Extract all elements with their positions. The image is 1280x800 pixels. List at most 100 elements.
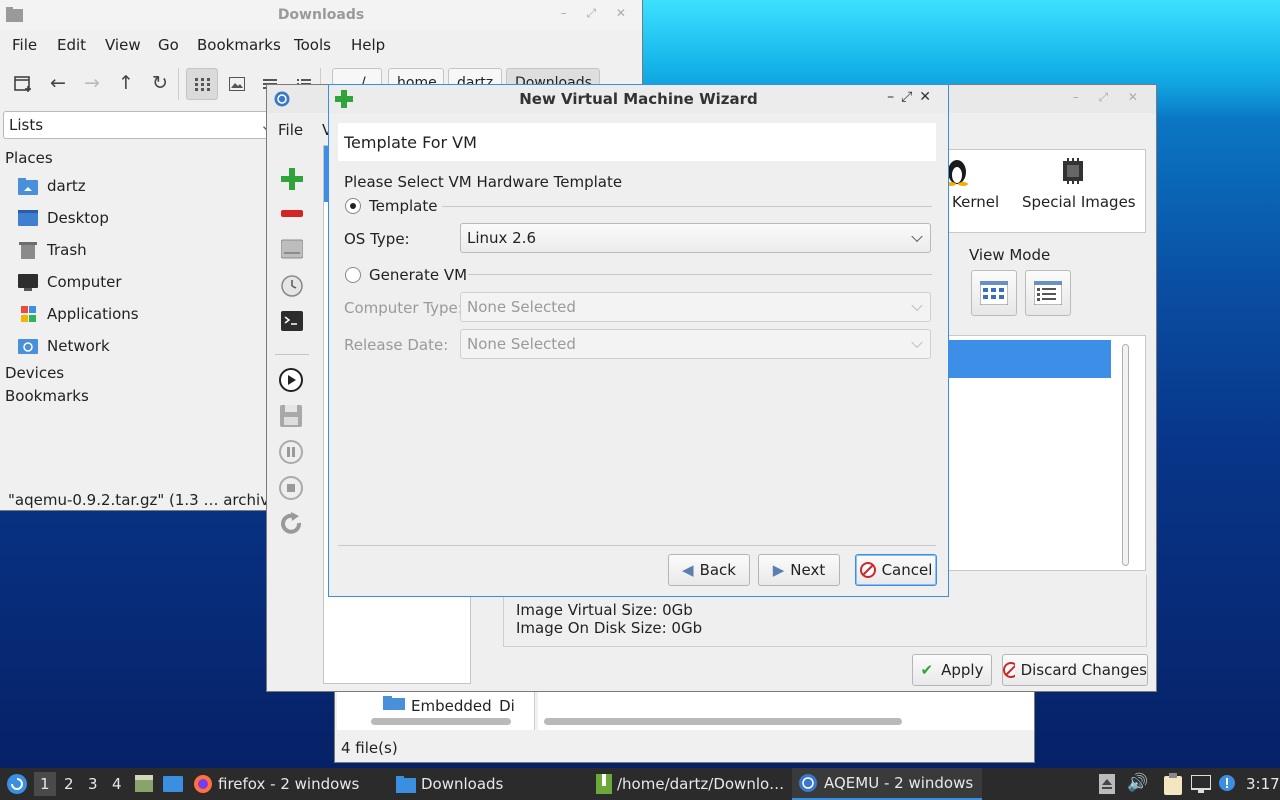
view-mode-label: View Mode: [969, 246, 1051, 264]
desktop-icon: [18, 210, 38, 226]
workspace-3[interactable]: 3: [88, 775, 98, 793]
template-radio[interactable]: Template: [345, 197, 437, 215]
clipboard-icon[interactable]: [1164, 773, 1182, 795]
back-button[interactable]: ◀ Back: [668, 554, 750, 586]
release-date-label: Release Date:: [344, 336, 449, 354]
remove-vm-icon[interactable]: [281, 210, 303, 218]
reset-icon[interactable]: [279, 512, 303, 536]
list-view-mode-button[interactable]: [1025, 270, 1071, 316]
reload-icon[interactable]: ↻: [152, 72, 168, 94]
file-list-pane[interactable]: [538, 690, 1034, 730]
add-vm-icon[interactable]: [281, 168, 303, 190]
back-arrow-icon[interactable]: ←: [50, 72, 66, 94]
apply-button[interactable]: ✔ Apply: [912, 654, 992, 686]
place-computer[interactable]: Computer: [18, 270, 122, 294]
kernel-tab[interactable]: Kernel: [952, 193, 999, 211]
bookmarks-header[interactable]: Bookmarks: [5, 387, 89, 405]
task-firefox[interactable]: firefox - 2 windows: [193, 768, 389, 800]
wizard-titlebar[interactable]: New Virtual Machine Wizard –⤢✕: [329, 85, 948, 113]
generate-vm-radio[interactable]: Generate VM: [345, 266, 467, 284]
menu-view[interactable]: View: [105, 36, 141, 54]
grid-icon: [195, 78, 210, 91]
place-dartz[interactable]: dartz: [18, 174, 86, 198]
aqemu-window-controls[interactable]: – ⤢ ✕: [1073, 90, 1146, 105]
status-selected-file: "aqemu-0.9.2.tar.gz" (1.3 … archive (gz: [8, 491, 307, 509]
clock-icon[interactable]: [281, 275, 303, 297]
pause-icon[interactable]: [279, 440, 303, 464]
next-button[interactable]: ▶ Next: [758, 554, 840, 586]
folder-icon: [396, 775, 416, 793]
task-aqemu[interactable]: AQEMU - 2 windows: [792, 768, 982, 800]
place-applications[interactable]: Applications: [18, 302, 139, 326]
tree-item-embedded[interactable]: Embedded_Dis: [411, 697, 515, 711]
devices-header[interactable]: Devices: [5, 364, 64, 382]
wizard-window-controls[interactable]: –⤢✕: [887, 89, 938, 105]
aqemu-logo-icon: [274, 91, 290, 107]
start-menu-icon[interactable]: [6, 773, 28, 795]
penguin-kernel-icon: [946, 160, 968, 186]
cancel-circle-icon: [859, 562, 876, 578]
discard-changes-button[interactable]: Discard Changes: [1002, 654, 1148, 686]
network-status-icon[interactable]: [1191, 775, 1211, 793]
eject-icon[interactable]: [1099, 774, 1115, 794]
wizard-title: New Virtual Machine Wizard: [519, 90, 758, 108]
arrow-left-icon: ◀: [682, 561, 694, 579]
volume-icon[interactable]: 🔊: [1127, 773, 1148, 793]
file-manager-launcher-icon[interactable]: [135, 775, 153, 793]
harddisk-icon[interactable]: [281, 238, 303, 260]
save-state-icon[interactable]: [280, 405, 302, 427]
device-list[interactable]: [941, 335, 1146, 571]
computer-type-select[interactable]: None Selected: [460, 292, 931, 322]
place-desktop[interactable]: Desktop: [18, 206, 109, 230]
notification-icon[interactable]: [1217, 773, 1237, 793]
side-panel-mode-select[interactable]: Lists ⌄: [3, 111, 275, 139]
workspace-1[interactable]: 1: [34, 772, 56, 796]
downloads-titlebar[interactable]: Downloads – ⤢ ✕: [0, 0, 642, 30]
menu-tools[interactable]: Tools: [294, 36, 331, 54]
boot-options-panel: Kernel Special Images: [941, 149, 1146, 233]
arrow-right-icon: ▶: [772, 561, 785, 579]
place-trash[interactable]: Trash: [18, 238, 87, 262]
image-virtual-size: Image Virtual Size: 0Gb: [516, 601, 693, 619]
terminal-icon[interactable]: [281, 311, 303, 331]
folder-icon: [383, 696, 405, 710]
image-on-disk-size: Image On Disk Size: 0Gb: [516, 619, 703, 637]
workspace-2[interactable]: 2: [64, 775, 74, 793]
device-list-selected-row[interactable]: [942, 340, 1111, 378]
places-header: Places: [5, 149, 53, 167]
folder-tree[interactable]: Embedded_Dis: [337, 690, 535, 730]
window-controls[interactable]: – ⤢ ✕: [561, 6, 634, 21]
place-network[interactable]: Network: [18, 334, 110, 358]
forward-arrow-icon[interactable]: →: [84, 72, 100, 94]
os-type-select[interactable]: Linux 2.6: [460, 223, 931, 253]
up-arrow-icon[interactable]: ↑: [118, 72, 134, 94]
task-downloads[interactable]: Downloads: [396, 768, 586, 800]
task-terminal[interactable]: /home/dartz/Downlo…: [596, 768, 786, 800]
menu-help[interactable]: Help: [351, 36, 385, 54]
icon-view-mode-button[interactable]: [971, 270, 1017, 316]
file-count-status: 4 file(s): [341, 739, 398, 757]
play-icon[interactable]: [279, 368, 303, 392]
network-icon: [18, 339, 38, 354]
new-tab-icon[interactable]: [14, 74, 32, 97]
file-list-scrollbar[interactable]: [544, 718, 902, 725]
device-list-scrollbar[interactable]: [1122, 344, 1129, 566]
menu-bookmarks[interactable]: Bookmarks: [197, 36, 281, 54]
aqemu-menu-file[interactable]: File: [278, 121, 303, 139]
cancel-button[interactable]: Cancel: [855, 554, 937, 586]
stop-icon[interactable]: [279, 476, 303, 500]
menu-file[interactable]: File: [12, 36, 37, 54]
archive-icon: [596, 774, 612, 794]
wizard-page-header: Template For VM: [338, 123, 936, 161]
thumbnail-view-icon[interactable]: [229, 77, 245, 91]
tree-scrollbar[interactable]: [371, 718, 511, 725]
icon-view-button[interactable]: [186, 68, 218, 100]
show-desktop-icon[interactable]: [163, 775, 183, 793]
clock[interactable]: 3:17: [1246, 775, 1280, 793]
page-header-title: Template For VM: [344, 133, 477, 152]
special-images-tab[interactable]: Special Images: [1022, 193, 1136, 211]
menu-edit[interactable]: Edit: [57, 36, 86, 54]
workspace-4[interactable]: 4: [112, 775, 122, 793]
menu-go[interactable]: Go: [158, 36, 179, 54]
release-date-select[interactable]: None Selected: [460, 329, 931, 359]
